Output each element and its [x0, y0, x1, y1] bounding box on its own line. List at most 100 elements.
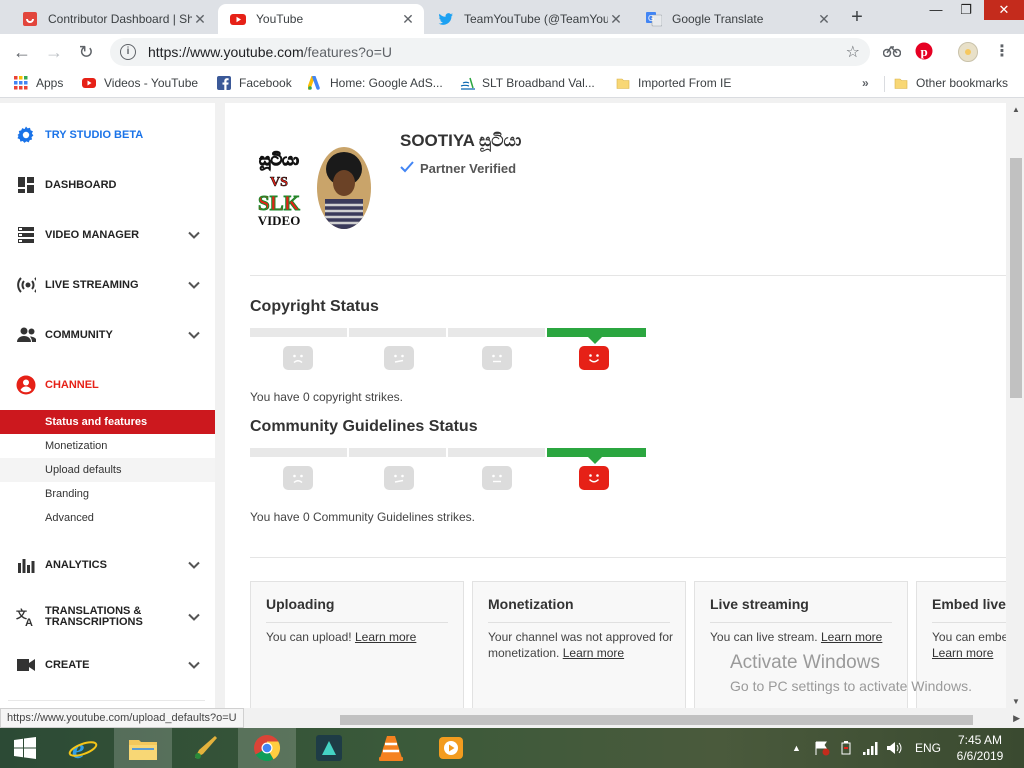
learn-more-link[interactable]: Learn more: [355, 630, 416, 644]
frown-face-icon: [384, 346, 414, 370]
forward-button[interactable]: →: [42, 40, 66, 64]
strike-segment: [349, 448, 446, 457]
reload-button[interactable]: ↻: [74, 40, 98, 64]
input-language[interactable]: ENG: [915, 728, 941, 768]
window-close-button[interactable]: ✕: [984, 0, 1024, 20]
tab-contributor-dashboard[interactable]: Contributor Dashboard | Sh ✕: [10, 4, 216, 34]
sidebar-item-community[interactable]: COMMUNITY: [0, 320, 215, 350]
file-explorer-icon[interactable]: [114, 728, 172, 768]
start-icon[interactable]: [0, 728, 50, 768]
address-bar[interactable]: i https://www.youtube.com/features?o=U ☆: [110, 38, 870, 66]
logo-text-line2: VS: [270, 175, 288, 190]
scrollbar-thumb[interactable]: [1010, 158, 1022, 398]
tab-teamyoutube[interactable]: TeamYouTube (@TeamYou ✕: [426, 4, 632, 34]
community-guidelines-status-title: Community Guidelines Status: [250, 418, 478, 435]
close-icon[interactable]: ✕: [400, 11, 416, 28]
volume-icon[interactable]: [886, 728, 904, 768]
new-tab-button[interactable]: +: [846, 6, 868, 28]
community-icon: [16, 325, 36, 345]
sidebar-subitem-advanced[interactable]: Advanced: [0, 506, 215, 530]
tab-title: Google Translate: [672, 12, 764, 26]
menu-icon[interactable]: ⋮: [992, 42, 1012, 62]
power-icon[interactable]: [838, 728, 854, 768]
show-hidden-icons-button[interactable]: ▲: [792, 728, 801, 768]
activate-windows-watermark: Activate Windows Go to PC settings to ac…: [730, 652, 972, 694]
network-signal-icon[interactable]: [862, 728, 880, 768]
bookmarks-overflow-icon[interactable]: »: [862, 76, 869, 90]
gear-icon: [16, 125, 36, 145]
chrome-icon[interactable]: [238, 728, 296, 768]
close-icon[interactable]: ✕: [608, 11, 624, 28]
learn-more-link[interactable]: Learn more: [563, 646, 624, 660]
learn-more-link[interactable]: Learn more: [821, 630, 882, 644]
sidebar-subitem-status-and-features[interactable]: Status and features: [0, 410, 215, 434]
back-button[interactable]: ←: [10, 40, 34, 64]
sidebar-subitem-monetization[interactable]: Monetization: [0, 434, 215, 458]
partner-verified-badge: Partner Verified: [400, 160, 516, 176]
sidebar-item-channel[interactable]: CHANNEL: [0, 370, 215, 400]
community-strikes-text: You have 0 Community Guidelines strikes.: [250, 510, 475, 524]
chevron-down-icon[interactable]: [187, 328, 201, 342]
neutral-face-icon: [482, 346, 512, 370]
bookmark-apps[interactable]: Apps: [14, 76, 63, 90]
facebook-icon: [217, 76, 231, 90]
restore-button[interactable]: ❐: [950, 0, 982, 20]
strike-segment: [250, 448, 347, 457]
action-center-flag-icon[interactable]: [814, 728, 830, 768]
sidebar-item-translations[interactable]: 文A TRANSLATIONS & TRANSCRIPTIONS: [0, 600, 215, 634]
paint-icon[interactable]: [176, 728, 234, 768]
sidebar-subitem-branding[interactable]: Branding: [0, 482, 215, 506]
pinterest-icon[interactable]: p: [914, 42, 934, 62]
chevron-down-icon[interactable]: [187, 558, 201, 572]
minimize-button[interactable]: —: [920, 0, 952, 20]
scroll-right-arrow-icon[interactable]: ▶: [1013, 713, 1020, 724]
sidebar-item-video-manager[interactable]: VIDEO MANAGER: [0, 220, 215, 250]
tab-google-translate[interactable]: G Google Translate ✕: [634, 4, 840, 34]
tab-youtube[interactable]: YouTube ✕: [218, 4, 424, 34]
extension-icon[interactable]: [882, 42, 902, 62]
url-host: https://www.youtube.com: [148, 44, 304, 60]
scrollbar-thumb[interactable]: [340, 715, 973, 725]
sidebar-item-dashboard[interactable]: DASHBOARD: [0, 170, 215, 200]
sidebar-subitem-upload-defaults[interactable]: Upload defaults: [0, 458, 215, 482]
card-body: You can embe: [932, 630, 1006, 644]
close-icon[interactable]: ✕: [816, 11, 832, 28]
chevron-down-icon[interactable]: [187, 658, 201, 672]
chevron-down-icon[interactable]: [187, 278, 201, 292]
tab-title: Contributor Dashboard | Sh: [48, 12, 192, 26]
video-player-icon[interactable]: [422, 728, 480, 768]
live-streaming-icon: [16, 275, 36, 295]
card-divider: [266, 622, 448, 623]
profile-avatar[interactable]: [958, 42, 978, 62]
bookmark-imported-from-ie[interactable]: Imported From IE: [616, 76, 731, 90]
sidebar-item-analytics[interactable]: ANALYTICS: [0, 550, 215, 580]
sidebar-item-live-streaming[interactable]: LIVE STREAMING: [0, 270, 215, 300]
chevron-down-icon[interactable]: [187, 228, 201, 242]
clock-time: 7:45 AM: [957, 733, 1003, 747]
bookmark-slt-broadband[interactable]: SLT Broadband Val...: [460, 76, 595, 90]
sidebar-item-try-studio-beta[interactable]: TRY STUDIO BETA: [0, 120, 215, 150]
youtube-icon: [230, 11, 246, 27]
bookmark-google-ads[interactable]: Home: Google AdS...: [307, 75, 443, 90]
status-bar-url: https://www.youtube.com/upload_defaults?…: [0, 708, 244, 728]
vertical-scrollbar[interactable]: ▲ ▼: [1008, 103, 1024, 708]
feature-card-monetization: Monetization Your channel was not approv…: [472, 581, 686, 708]
sidebar-item-create[interactable]: CREATE: [0, 650, 215, 680]
scroll-down-arrow-icon[interactable]: ▼: [1012, 697, 1020, 706]
chevron-down-icon[interactable]: [187, 610, 201, 624]
divider: [250, 275, 1006, 276]
filmora-icon[interactable]: [300, 728, 358, 768]
ie-icon[interactable]: e: [54, 728, 112, 768]
horizontal-scrollbar[interactable]: ▶: [340, 712, 1024, 728]
bookmark-label: Imported From IE: [638, 76, 732, 90]
bookmark-other-bookmarks[interactable]: Other bookmarks: [894, 76, 1008, 90]
vlc-icon[interactable]: [362, 728, 420, 768]
site-info-icon[interactable]: i: [120, 44, 136, 60]
scroll-up-arrow-icon[interactable]: ▲: [1012, 105, 1020, 114]
channel-avatar: [317, 147, 371, 229]
bookmark-star-icon[interactable]: ☆: [846, 42, 860, 62]
system-clock[interactable]: 7:45 AM 6/6/2019: [948, 732, 1012, 764]
bookmark-facebook[interactable]: Facebook: [217, 76, 292, 90]
close-icon[interactable]: ✕: [192, 11, 208, 28]
bookmark-videos-youtube[interactable]: Videos - YouTube: [82, 76, 198, 90]
